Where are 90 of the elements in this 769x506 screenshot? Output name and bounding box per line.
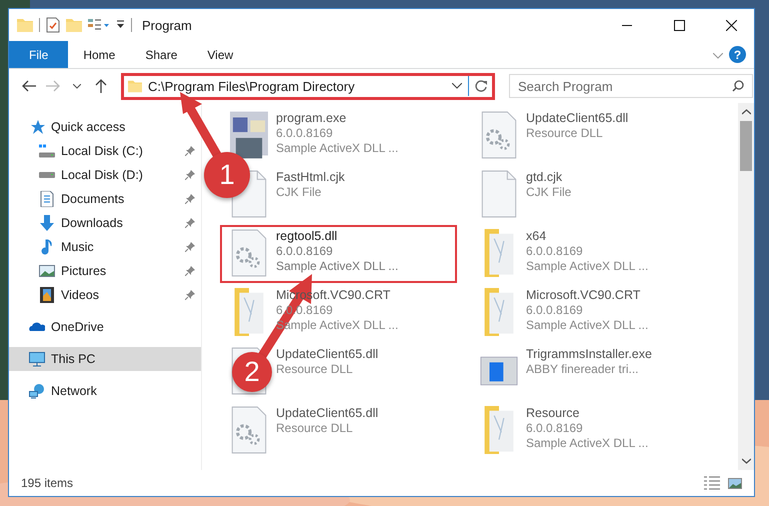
file-name[interactable]: TrigrammsInstaller.exe — [526, 347, 652, 361]
search-icon[interactable] — [732, 80, 744, 92]
pin-icon[interactable] — [185, 170, 195, 180]
view-options-icon[interactable] — [88, 18, 110, 32]
search-field[interactable]: Search Program — [509, 74, 753, 98]
file-name[interactable]: x64 — [526, 229, 648, 243]
pin-icon[interactable] — [185, 290, 195, 300]
up-arrow-icon[interactable] — [95, 79, 107, 93]
drive-icon — [39, 143, 55, 159]
folder-icon — [17, 18, 33, 32]
pin-icon[interactable] — [185, 266, 195, 276]
ribbon-tab[interactable]: File — [9, 41, 68, 68]
folder-icon — [128, 79, 142, 93]
download-icon — [39, 215, 55, 231]
file-name[interactable]: UpdateClient65.dll — [526, 111, 628, 125]
file-detail: Sample ActiveX DLL ... — [276, 141, 398, 155]
file-name[interactable]: regtool5.dll — [276, 229, 398, 243]
nav-item[interactable]: Quick access — [9, 115, 132, 139]
file-name[interactable]: UpdateClient65.dll — [276, 406, 378, 420]
file-name[interactable]: Microsoft.VC90.CRT — [526, 288, 648, 302]
chevron-down-icon[interactable] — [73, 84, 81, 88]
nav-item[interactable]: This PC — [9, 347, 201, 371]
nav-item[interactable]: Music — [9, 235, 201, 259]
address-bar[interactable]: C:\Program Files\Program Directory — [121, 72, 495, 100]
pin-icon[interactable] — [185, 218, 195, 228]
file-detail: Sample ActiveX DLL ... — [526, 318, 648, 332]
file-detail: 6.0.0.8169 — [526, 421, 584, 435]
minimize-icon[interactable] — [622, 24, 632, 26]
pin-icon[interactable] — [185, 194, 195, 204]
file-detail: CJK File — [526, 185, 572, 199]
file-name[interactable]: Resource — [526, 406, 648, 420]
nav-item[interactable]: Videos — [9, 283, 201, 307]
gear-file-icon — [480, 111, 518, 159]
ribbon-tab[interactable]: View — [192, 41, 248, 68]
nav-item[interactable]: Local Disk (C:) — [9, 139, 201, 163]
pin-icon[interactable] — [185, 242, 195, 252]
nav-item[interactable]: OneDrive — [9, 315, 110, 339]
maximize-icon[interactable] — [674, 20, 684, 30]
file-detail: Sample ActiveX DLL ... — [526, 259, 648, 273]
network-icon — [29, 383, 45, 399]
file-name[interactable]: program.exe — [276, 111, 398, 125]
refresh-icon[interactable] — [475, 80, 488, 92]
nav-item[interactable]: Local Disk (D:) — [9, 163, 201, 187]
star-icon — [29, 119, 45, 135]
file-name[interactable]: gtd.cjk — [526, 170, 572, 184]
scrollbar[interactable] — [738, 103, 754, 470]
file-name[interactable]: FastHtml.cjk — [276, 170, 345, 184]
program-icon — [230, 111, 268, 159]
file-name[interactable]: UpdateClient65.dll — [276, 347, 378, 361]
nav-item[interactable]: Pictures — [9, 259, 201, 283]
details-view-icon[interactable] — [704, 476, 720, 490]
file-detail: 6.0.0.8169 — [526, 244, 584, 258]
file-detail: ABBY finereader tri... — [526, 362, 640, 376]
file-detail: Sample ActiveX DLL ... — [526, 436, 648, 450]
caret-icon[interactable] — [116, 20, 125, 30]
document-icon — [39, 191, 55, 207]
scroll-down-icon[interactable] — [742, 458, 750, 464]
picture-icon — [39, 263, 55, 279]
close-icon[interactable] — [726, 20, 736, 30]
music-note-icon — [39, 239, 55, 255]
scroll-up-icon[interactable] — [742, 109, 750, 115]
help-button[interactable]: ? — [729, 46, 746, 63]
drive-icon — [39, 172, 55, 178]
thumbnail-view-icon[interactable] — [728, 478, 742, 488]
nav-item[interactable]: Network — [9, 379, 103, 403]
file-detail: Resource DLL — [276, 421, 354, 435]
file-detail: Resource DLL — [276, 362, 354, 376]
blank-file-icon — [480, 170, 518, 218]
ribbon-tab[interactable]: Home — [68, 41, 130, 68]
file-detail: 6.0.0.8169 — [276, 244, 334, 258]
film-icon — [39, 287, 55, 303]
file-detail: 6.0.0.8169 — [526, 303, 584, 317]
file-detail: 6.0.0.8169 — [276, 126, 334, 140]
gear-file-icon — [230, 229, 268, 277]
back-arrow-icon[interactable] — [22, 80, 36, 92]
scroll-thumb[interactable] — [740, 121, 752, 171]
nav-item[interactable]: Downloads — [9, 211, 201, 235]
properties-icon[interactable] — [46, 17, 60, 33]
caret-icon[interactable] — [452, 83, 462, 89]
window-title: Program — [142, 18, 192, 32]
file-detail: Sample ActiveX DLL ... — [276, 259, 398, 273]
folder-icon — [66, 18, 82, 32]
file-detail: Resource DLL — [526, 126, 604, 140]
file-detail: CJK File — [276, 185, 322, 199]
item-count: 195 items — [21, 476, 74, 490]
pin-icon[interactable] — [185, 146, 195, 156]
monitor-icon — [29, 351, 45, 367]
ribbon-tab[interactable]: Share — [130, 41, 192, 68]
nav-item[interactable]: Documents — [9, 187, 201, 211]
gear-file-icon — [230, 406, 268, 454]
